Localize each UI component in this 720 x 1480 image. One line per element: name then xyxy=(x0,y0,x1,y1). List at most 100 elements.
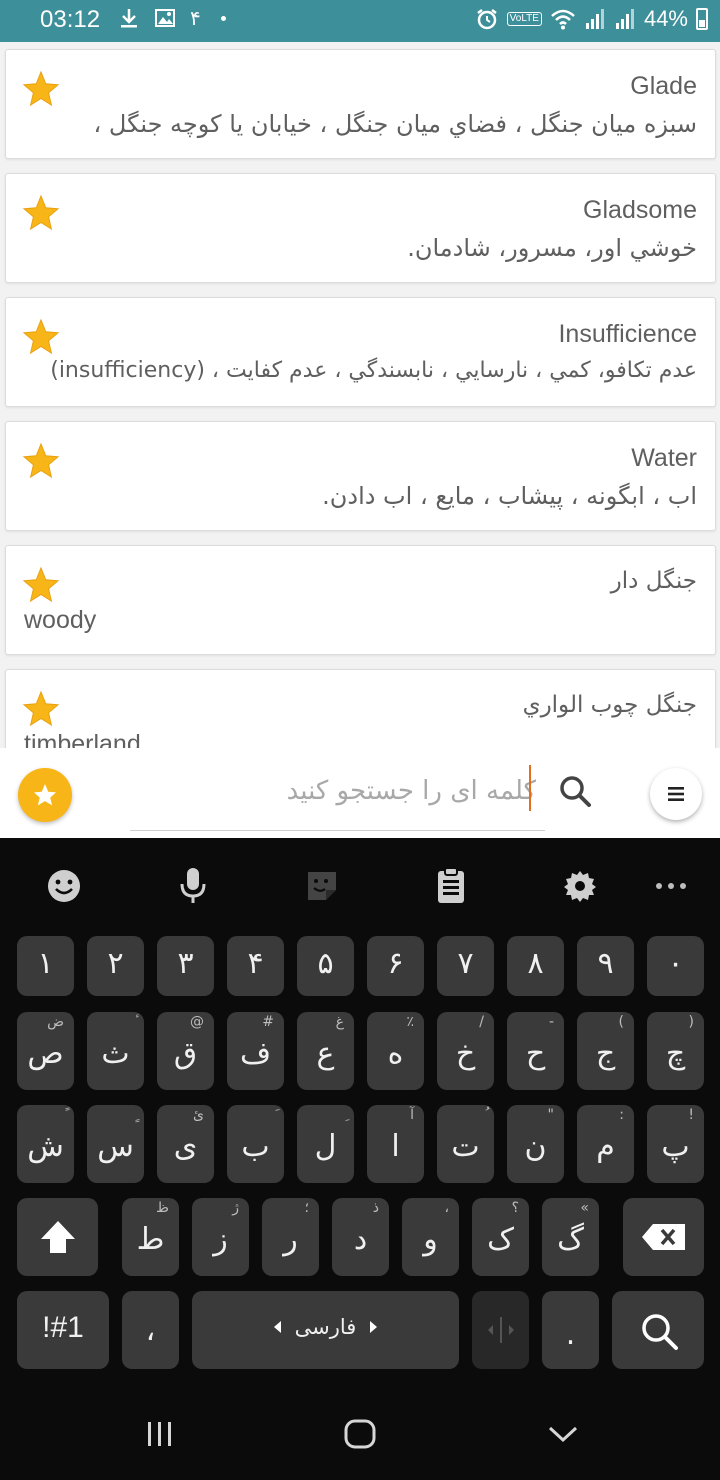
key-letter[interactable]: ًش xyxy=(17,1105,74,1183)
key-label: ح xyxy=(525,1036,546,1071)
app-screen: 03:12 ۴ VoLTE 44% Glade سبزه ميان جنگل ،… xyxy=(0,0,720,1480)
emoji-icon[interactable] xyxy=(44,864,84,908)
key-letter[interactable]: # ف xyxy=(227,1012,284,1090)
key-label: گ xyxy=(557,1222,584,1257)
key-letter[interactable]: ضص xyxy=(17,1012,74,1090)
key-letter[interactable]: ٍس xyxy=(87,1105,144,1183)
shift-key[interactable] xyxy=(17,1198,98,1276)
result-word: Glade xyxy=(630,72,697,100)
clipboard-icon[interactable] xyxy=(431,864,471,908)
key-digit[interactable]: ۰ xyxy=(647,936,704,996)
key-letter[interactable]: ئی xyxy=(157,1105,214,1183)
wifi-icon xyxy=(551,9,575,30)
key-alt-label: ، xyxy=(444,1200,449,1216)
search-input[interactable] xyxy=(230,766,536,816)
key-letter[interactable]: " ن xyxy=(507,1105,564,1183)
key-letter[interactable]: ، و xyxy=(402,1198,459,1276)
result-card[interactable]: جنگل چوب الواري timberland xyxy=(5,669,716,748)
key-letter[interactable]: / خ xyxy=(437,1012,494,1090)
back-icon[interactable] xyxy=(546,1418,580,1450)
key-digit[interactable]: ۵ xyxy=(297,936,354,996)
result-card[interactable]: Gladsome خوشي اور، مسرور، شادمان. xyxy=(5,173,716,283)
key-digit[interactable]: ۴ xyxy=(227,936,284,996)
star-icon[interactable] xyxy=(22,70,60,108)
key-letter[interactable]: -ح xyxy=(507,1012,564,1090)
more-icon[interactable] xyxy=(651,864,691,908)
key-letter[interactable]: ٪ ه xyxy=(367,1012,424,1090)
search-icon[interactable] xyxy=(556,772,594,810)
favorites-button[interactable] xyxy=(18,768,72,822)
home-icon[interactable] xyxy=(343,1418,377,1450)
period-key[interactable]: . xyxy=(542,1291,599,1369)
key-letter[interactable]: ؛ ر xyxy=(262,1198,319,1276)
key-label: ۴ xyxy=(247,946,264,981)
key-label: ۲ xyxy=(107,946,124,981)
result-meaning: عدم تكافو، كمي ، نارسايي ، نابسندگي ، عد… xyxy=(50,358,697,383)
recent-apps-icon[interactable] xyxy=(144,1418,176,1450)
key-digit[interactable]: ۶ xyxy=(367,936,424,996)
key-letter[interactable]: ژز xyxy=(192,1198,249,1276)
key-digit[interactable]: ۷ xyxy=(437,936,494,996)
key-letter[interactable]: ٔث xyxy=(87,1012,144,1090)
cursor-key[interactable] xyxy=(472,1291,529,1369)
key-alt-label: ظ xyxy=(156,1200,169,1216)
menu-button[interactable] xyxy=(650,768,702,820)
key-letter[interactable]: :م xyxy=(577,1105,634,1183)
battery-icon xyxy=(696,8,708,30)
key-alt-label: ض xyxy=(47,1014,64,1030)
key-label: ی xyxy=(173,1129,198,1164)
backspace-key[interactable] xyxy=(623,1198,704,1276)
star-icon[interactable] xyxy=(22,194,60,232)
key-label: ر xyxy=(283,1222,298,1257)
key-digit[interactable]: ۸ xyxy=(507,936,564,996)
key-letter[interactable]: @ ق xyxy=(157,1012,214,1090)
key-digit[interactable]: ۹ xyxy=(577,936,634,996)
sticker-icon[interactable] xyxy=(302,864,342,908)
key-letter[interactable]: (ج xyxy=(577,1012,634,1090)
key-label: ۱ xyxy=(37,946,54,981)
microphone-icon[interactable] xyxy=(173,864,213,908)
result-list[interactable]: Glade سبزه ميان جنگل ، فضاي ميان جنگل ، … xyxy=(0,42,720,748)
key-letter[interactable]: ُت xyxy=(437,1105,494,1183)
star-icon xyxy=(33,783,57,806)
key-letter[interactable]: ! پ xyxy=(647,1105,704,1183)
result-meaning: اب ، ابگونه ، پيشاب ، مايع ، اب دادن. xyxy=(322,482,697,510)
result-card[interactable]: Glade سبزه ميان جنگل ، فضاي ميان جنگل ، … xyxy=(5,49,716,159)
key-digit[interactable]: ۲ xyxy=(87,936,144,996)
comma-key[interactable]: ، xyxy=(122,1291,179,1369)
backspace-icon xyxy=(642,1224,685,1250)
shift-icon xyxy=(41,1221,75,1253)
key-letter[interactable]: آا xyxy=(367,1105,424,1183)
search-key[interactable] xyxy=(612,1291,704,1369)
key-digit[interactable]: ۱ xyxy=(17,936,74,996)
key-letter[interactable]: َب xyxy=(227,1105,284,1183)
volte-label: VoLTE xyxy=(509,13,539,24)
status-notifications: ۴ xyxy=(118,6,226,30)
key-label: ق xyxy=(173,1036,198,1071)
key-alt-label: آ xyxy=(410,1107,414,1123)
key-letter[interactable]: ظط xyxy=(122,1198,179,1276)
star-icon[interactable] xyxy=(22,318,60,356)
star-icon[interactable] xyxy=(22,690,60,728)
key-letter[interactable]: ) چ xyxy=(647,1012,704,1090)
key-letter[interactable]: ؟ ک xyxy=(472,1198,529,1276)
star-icon[interactable] xyxy=(22,566,60,604)
result-card[interactable]: Water اب ، ابگونه ، پيشاب ، مايع ، اب دا… xyxy=(5,421,716,531)
key-label: ۸ xyxy=(527,946,544,981)
key-letter[interactable]: ِل xyxy=(297,1105,354,1183)
key-letter[interactable]: «گ xyxy=(542,1198,599,1276)
key-digit[interactable]: ۳ xyxy=(157,936,214,996)
result-word: Insufficience xyxy=(558,320,697,348)
key-letter[interactable]: غع xyxy=(297,1012,354,1090)
result-card[interactable]: Insufficience عدم تكافو، كمي ، نارسايي ،… xyxy=(5,297,716,407)
star-icon[interactable] xyxy=(22,442,60,480)
search-bar xyxy=(0,748,720,838)
space-key[interactable]: فارسی xyxy=(192,1291,459,1369)
key-letter[interactable]: ذد xyxy=(332,1198,389,1276)
key-alt-label: / xyxy=(479,1014,484,1030)
symbols-key[interactable]: !#1 xyxy=(17,1291,109,1369)
key-label: پ xyxy=(661,1129,690,1164)
key-label: ز xyxy=(213,1222,228,1257)
result-card[interactable]: جنگل دار woody xyxy=(5,545,716,655)
settings-icon[interactable] xyxy=(560,864,600,908)
